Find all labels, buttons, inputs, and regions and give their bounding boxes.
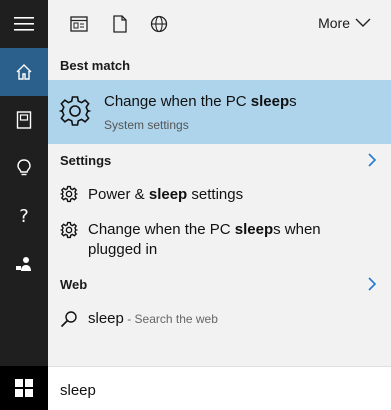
document-icon [113, 15, 127, 33]
web-heading: Web [60, 277, 88, 292]
gear-icon [60, 185, 78, 203]
best-match-subtitle: System settings [104, 118, 189, 132]
chevron-down-icon [355, 18, 371, 27]
lightbulb-button[interactable] [0, 144, 48, 192]
best-match-result[interactable]: Change when the PC sleeps System setting… [48, 80, 391, 144]
more-label: More [318, 15, 350, 31]
results-panel: Best match Change when the PC sleeps Sys… [48, 48, 391, 366]
settings-chevron-right-icon[interactable] [367, 153, 377, 167]
start-button[interactable] [0, 366, 48, 410]
hamburger-menu-button[interactable] [0, 0, 48, 48]
hamburger-icon [14, 17, 34, 31]
search-icon [60, 311, 77, 328]
gear-icon [60, 221, 78, 239]
documents-filter-button[interactable] [109, 13, 131, 35]
left-rail: ? [0, 0, 48, 410]
more-filters-button[interactable]: More [318, 15, 371, 31]
globe-icon [150, 15, 168, 33]
settings-result-pc-sleeps-plugged[interactable]: Change when the PC sleeps when plugged i… [48, 218, 391, 262]
help-icon: ? [19, 205, 29, 227]
settings-heading: Settings [60, 153, 112, 168]
apps-icon [70, 16, 88, 32]
best-match-title: Change when the PC sleeps [104, 93, 297, 110]
best-match-heading: Best match [60, 58, 131, 73]
notebook-icon [16, 111, 32, 129]
settings-result-power-sleep[interactable]: Power & sleep settings [48, 182, 391, 208]
home-icon [16, 64, 32, 80]
help-button[interactable]: ? [0, 192, 48, 240]
web-search-label: sleep - Search the web [88, 310, 218, 327]
gear-icon [58, 96, 92, 126]
web-search-result[interactable]: sleep - Search the web [48, 306, 391, 332]
windows-logo-icon [15, 379, 33, 397]
filter-toolbar: More [48, 0, 391, 48]
feedback-button[interactable] [0, 240, 48, 288]
notebook-button[interactable] [0, 96, 48, 144]
lightbulb-icon [17, 159, 31, 176]
search-input-value: sleep [60, 382, 96, 399]
apps-filter-button[interactable] [68, 13, 90, 35]
home-button[interactable] [0, 48, 48, 96]
settings-result-label: Change when the PC sleeps when plugged i… [88, 221, 321, 258]
web-filter-button[interactable] [148, 13, 170, 35]
search-input[interactable]: sleep [48, 366, 391, 410]
settings-result-label: Power & sleep settings [88, 186, 244, 203]
web-chevron-right-icon[interactable] [367, 277, 377, 291]
feedback-icon [16, 257, 31, 271]
